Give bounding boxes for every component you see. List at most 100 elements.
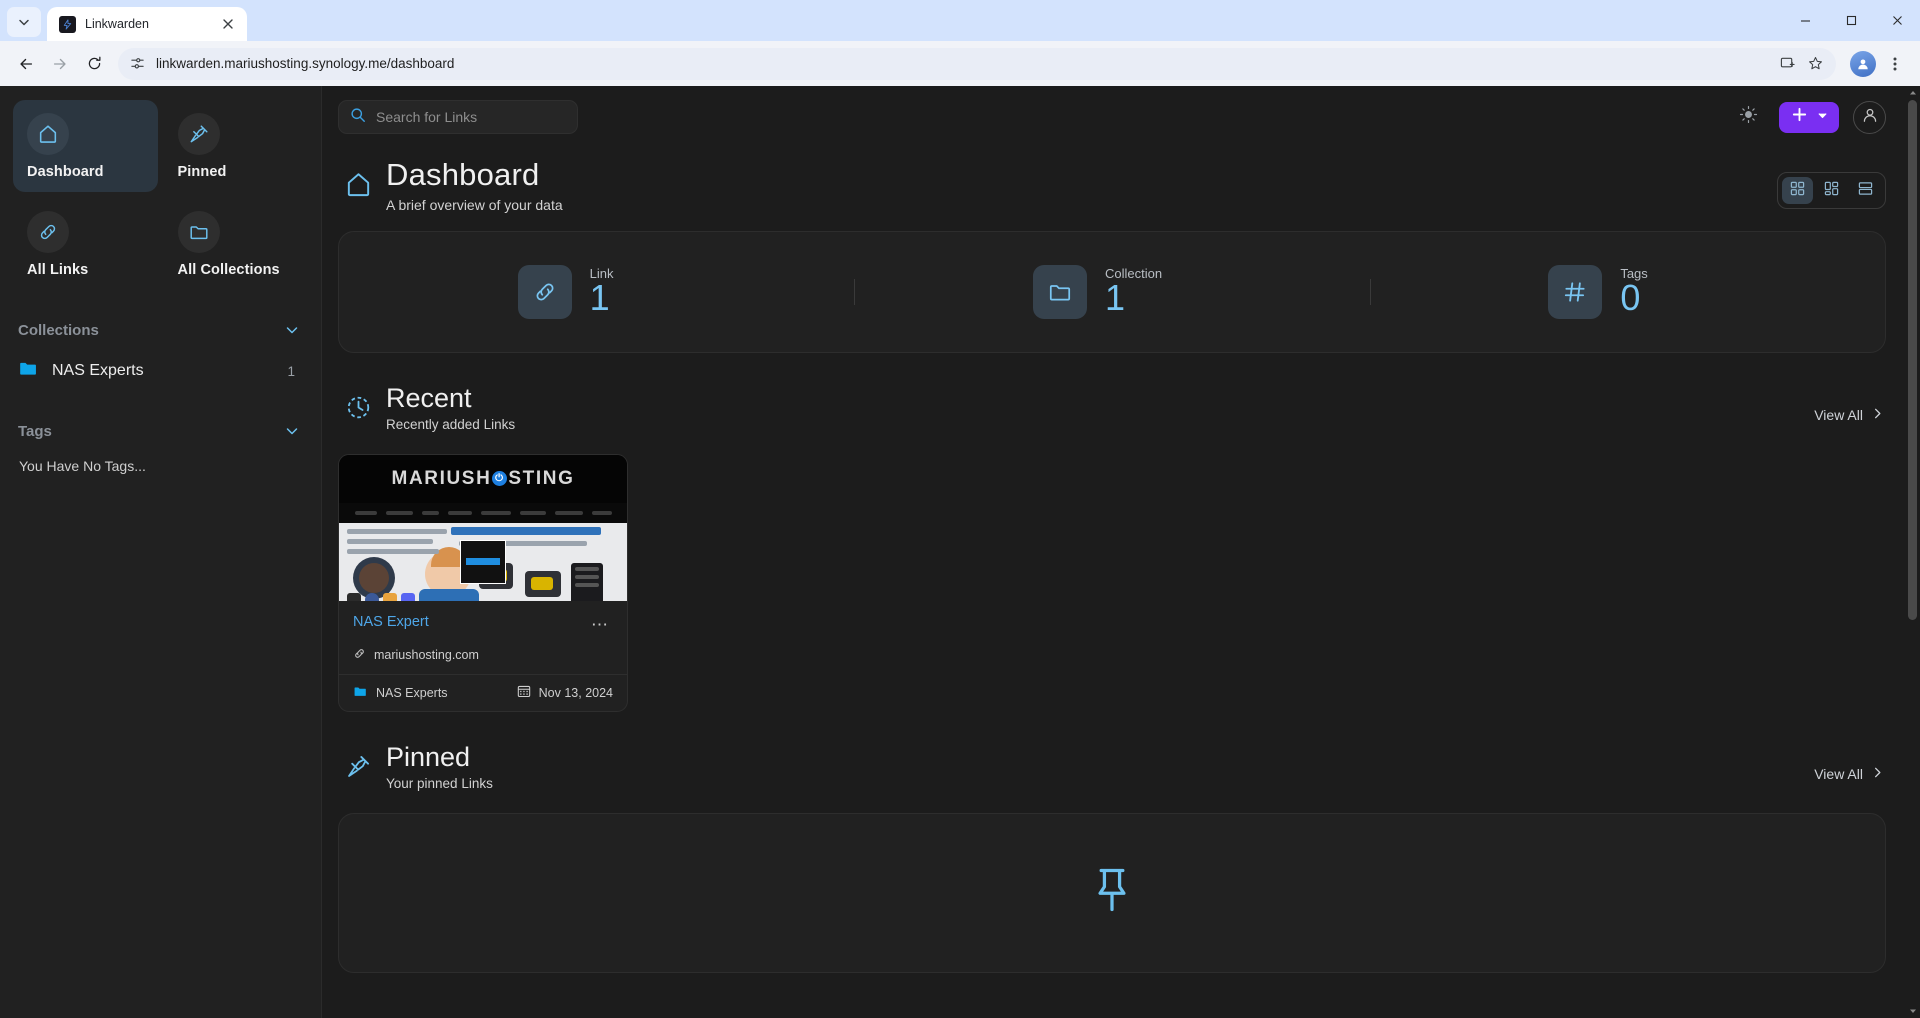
link-card-body: NAS Expert ⋯ mariushosting.com [339, 601, 627, 674]
browser-tab[interactable]: Linkwarden [47, 7, 247, 41]
page-header: Dashboard A brief overview of your data [338, 148, 1886, 231]
thumbnail-site-navbar [339, 502, 627, 523]
link-card-title[interactable]: NAS Expert [353, 614, 429, 630]
home-icon [338, 158, 378, 199]
folder-icon [177, 211, 220, 253]
linkwarden-bolt-icon [59, 15, 76, 33]
chevron-right-icon [1871, 766, 1884, 782]
clock-icon [338, 383, 378, 421]
stat-value: 1 [589, 277, 610, 319]
profile-avatar-icon[interactable] [1850, 50, 1876, 77]
back-arrow-icon[interactable] [10, 48, 42, 80]
tags-empty-message: You Have No Tags... [19, 458, 146, 474]
list-view-icon [1858, 181, 1873, 201]
thumbnail-brand: MARIUSH ⏻ STING [392, 468, 575, 490]
calendar-icon [517, 684, 531, 701]
maximize-icon[interactable] [1828, 0, 1874, 41]
chevron-down-icon[interactable] [1817, 108, 1828, 126]
view-all-label: View All [1814, 406, 1863, 423]
sidebar-item-label: Pinned [177, 164, 227, 180]
close-icon[interactable] [1874, 0, 1920, 41]
pin-large-icon [1086, 864, 1138, 921]
page-title: Dashboard [386, 157, 540, 192]
scroll-down-arrow[interactable] [1905, 1004, 1920, 1018]
hash-icon [1548, 264, 1603, 319]
sidebar-nav-grid: Dashboard Pinned All Links All Collectio… [13, 100, 308, 290]
thumbnail-site-header: MARIUSH ⏻ STING [339, 454, 627, 503]
link-card-collection-name: NAS Experts [376, 685, 448, 700]
theme-toggle-button[interactable] [1731, 100, 1765, 134]
list-view-button[interactable] [1850, 177, 1881, 204]
page-subtitle: A brief overview of your data [386, 196, 563, 213]
thumbnail-brand-left: MARIUSH [391, 467, 492, 489]
add-button[interactable] [1779, 101, 1839, 133]
tune-site-settings-icon[interactable] [128, 55, 146, 73]
grid-view-icon [1790, 181, 1805, 201]
link-card-url-text: mariushosting.com [374, 647, 479, 662]
recent-view-all-link[interactable]: View All [1812, 403, 1886, 427]
link-thumbnail: MARIUSH ⏻ STING [339, 454, 627, 601]
home-icon [27, 113, 69, 155]
tab-title: Linkwarden [85, 17, 149, 31]
pinned-empty-panel [338, 812, 1886, 973]
sidebar-item-label: All Collections [177, 262, 280, 278]
scrollbar-thumb[interactable] [1908, 100, 1917, 620]
view-mode-toggle [1777, 172, 1886, 209]
scroll-up-arrow[interactable] [1905, 86, 1920, 100]
chevron-down-icon[interactable] [281, 319, 303, 341]
stat-text: Tags 0 [1620, 266, 1706, 317]
sidebar-collection-item[interactable]: NAS Experts 1 [13, 351, 308, 391]
collections-section-header[interactable]: Collections [13, 316, 308, 344]
grid-view-button[interactable] [1782, 177, 1813, 204]
search-icon [350, 107, 366, 128]
page-header-text: Dashboard A brief overview of your data [378, 157, 1777, 213]
link-card[interactable]: MARIUSH ⏻ STING NAS Expert ⋯ mariushosti… [338, 453, 628, 712]
sidebar-item-pinned[interactable]: Pinned [164, 100, 309, 192]
tags-section-header[interactable]: Tags [13, 417, 308, 445]
link-card-url: mariushosting.com [353, 647, 613, 663]
page-scrollbar[interactable] [1905, 86, 1920, 1018]
star-bookmark-icon[interactable] [1806, 55, 1824, 73]
minimize-icon[interactable] [1782, 0, 1828, 41]
install-app-icon[interactable] [1778, 55, 1796, 73]
close-icon[interactable] [219, 15, 237, 33]
sidebar-item-all-links[interactable]: All Links [13, 198, 158, 290]
account-button[interactable] [1853, 100, 1886, 134]
pinned-view-all-link[interactable]: View All [1812, 762, 1886, 786]
three-dot-menu-icon[interactable]: ⋯ [587, 614, 613, 635]
address-bar[interactable]: linkwarden.mariushosting.synology.me/das… [118, 47, 1836, 80]
chevron-down-icon[interactable] [281, 420, 303, 442]
link-card-title-row: NAS Expert ⋯ [353, 614, 613, 635]
link-icon [27, 211, 69, 253]
stat-text: Collection 1 [1105, 266, 1191, 317]
stat-collections: Collection 1 [854, 264, 1369, 319]
user-account-icon [1861, 106, 1879, 129]
search-input[interactable] [376, 109, 566, 125]
tab-strip: Linkwarden [0, 0, 1920, 41]
window-controls [1782, 0, 1920, 41]
thumbnail-brand-right: STING [508, 467, 575, 489]
pinned-title: Pinned [386, 741, 471, 772]
thumbnail-overlay-box [460, 539, 506, 584]
three-dot-menu-icon[interactable] [1880, 49, 1910, 79]
masonry-view-button[interactable] [1816, 177, 1847, 204]
sidebar-item-label: Dashboard [27, 164, 104, 180]
stats-card: Link 1 Collection 1 Tags 0 [338, 230, 1886, 353]
sidebar-item-all-collections[interactable]: All Collections [164, 198, 309, 290]
link-icon [353, 647, 366, 663]
sidebar-item-dashboard[interactable]: Dashboard [13, 100, 158, 192]
pin-icon [338, 742, 378, 780]
plus-icon [1791, 106, 1808, 128]
folder-filled-icon [18, 358, 39, 384]
tab-search-button[interactable] [7, 7, 41, 37]
stat-tags: Tags 0 [1369, 264, 1885, 319]
chevron-down-icon [19, 19, 29, 26]
forward-arrow-icon[interactable] [44, 48, 76, 80]
dashboard-content: Dashboard A brief overview of your data [322, 148, 1920, 1018]
folder-filled-icon [353, 684, 368, 702]
recent-title: Recent [386, 382, 472, 413]
link-card-collection[interactable]: NAS Experts [353, 684, 448, 702]
main-content: Dashboard A brief overview of your data [322, 86, 1920, 1018]
search-box[interactable] [338, 100, 578, 134]
reload-icon[interactable] [78, 48, 110, 80]
